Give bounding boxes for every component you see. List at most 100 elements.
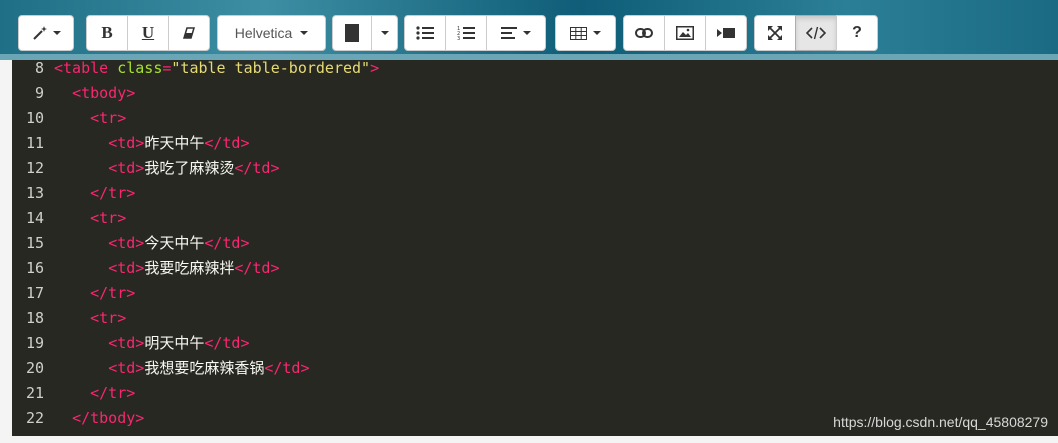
chevron-down-icon <box>53 31 61 35</box>
svg-text:3: 3 <box>457 36 460 41</box>
line-number: 16 <box>25 259 44 277</box>
fullscreen-icon <box>768 26 782 40</box>
code-token: 我吃了麻辣烫 <box>144 159 235 177</box>
color-button[interactable] <box>332 15 372 51</box>
code-text: <td>明天中午</td> <box>54 331 249 356</box>
bold-button[interactable]: B <box>86 15 128 51</box>
code-token: 我想要吃麻辣香锅 <box>144 359 265 377</box>
line-number: 20 <box>25 359 44 377</box>
bookmark-icon <box>345 24 359 42</box>
color-group <box>332 15 398 51</box>
code-token: </td> <box>234 159 280 177</box>
code-text: </tr> <box>54 281 135 306</box>
line-number: 10 <box>25 109 44 127</box>
fullscreen-button[interactable] <box>754 15 796 51</box>
table-button[interactable] <box>555 15 616 51</box>
code-text: <tr> <box>54 306 126 331</box>
link-icon <box>635 28 653 38</box>
code-text: <td>今天中午</td> <box>54 231 249 256</box>
line-number: 12 <box>25 159 44 177</box>
line-number: 22 <box>25 409 44 427</box>
code-token: <td> <box>108 259 145 277</box>
line-number: 8 <box>34 60 44 77</box>
line-number: 18 <box>25 309 44 327</box>
code-text: <td>昨天中午</td> <box>54 131 249 156</box>
style-button[interactable] <box>18 15 74 51</box>
code-token: </td> <box>204 234 250 252</box>
code-view-button[interactable] <box>795 15 837 51</box>
ordered-list-icon: 1 2 3 <box>457 26 475 41</box>
link-button[interactable] <box>623 15 665 51</box>
line-number: 13 <box>25 184 44 202</box>
clear-format-button[interactable] <box>168 15 210 51</box>
code-text: <td>我要吃麻辣拌</td> <box>54 256 279 281</box>
code-editor[interactable]: 8 <table class="table table-bordered"> 9 <… <box>12 60 1058 436</box>
code-text: <tr> <box>54 206 126 231</box>
line-number: 17 <box>25 284 44 302</box>
code-token: <td> <box>108 159 145 177</box>
help-button[interactable]: ? <box>836 15 878 51</box>
font-name-label: Helvetica <box>234 25 293 41</box>
video-button[interactable] <box>705 15 747 51</box>
code-token: </td> <box>264 359 310 377</box>
font-style-group: B U <box>86 15 210 51</box>
view-group: ? <box>754 15 878 51</box>
chevron-down-icon <box>593 31 601 35</box>
code-token: 我要吃麻辣拌 <box>144 259 235 277</box>
line-number: 11 <box>25 134 44 152</box>
eraser-icon <box>182 27 196 39</box>
code-token: <tr> <box>90 209 127 227</box>
editor-bottom-edge <box>0 436 1058 443</box>
code-token: </td> <box>234 259 280 277</box>
code-text: </tr> <box>54 181 135 206</box>
line-number: 15 <box>25 234 44 252</box>
code-text: </tr> <box>54 381 135 406</box>
code-token: </tbody> <box>72 409 145 427</box>
color-dropdown-button[interactable] <box>371 15 398 51</box>
style-group <box>18 15 74 51</box>
code-text: <td>我想要吃麻辣香锅</td> <box>54 356 309 381</box>
magic-wand-icon <box>33 26 47 40</box>
code-token: class <box>117 60 163 77</box>
code-text: </tbody> <box>54 406 144 431</box>
align-left-icon <box>501 27 517 39</box>
insert-group <box>623 15 747 51</box>
code-token: "table table-bordered" <box>171 60 371 77</box>
table-icon <box>570 26 587 40</box>
line-number: 21 <box>25 384 44 402</box>
code-text: <td>我吃了麻辣烫</td> <box>54 156 279 181</box>
code-text: <tr> <box>54 106 126 131</box>
code-token: 今天中午 <box>144 234 205 252</box>
font-name-dropdown[interactable]: Helvetica <box>217 15 326 51</box>
editor-left-margin <box>0 60 12 436</box>
chevron-down-icon <box>380 31 389 35</box>
bullet-list-button[interactable] <box>404 15 446 51</box>
code-token: </tr> <box>90 384 136 402</box>
align-button[interactable] <box>486 15 546 51</box>
code-token: 昨天中午 <box>144 134 205 152</box>
watermark: https://blog.csdn.net/qq_45808279 <box>833 414 1048 430</box>
picture-icon <box>676 26 694 40</box>
chevron-down-icon <box>523 31 531 35</box>
picture-button[interactable] <box>664 15 706 51</box>
line-number: 9 <box>34 84 44 102</box>
code-token: </td> <box>204 134 250 152</box>
code-token: <td> <box>108 334 145 352</box>
unordered-list-icon <box>416 26 434 40</box>
line-number: 19 <box>25 334 44 352</box>
code-icon <box>806 26 826 40</box>
code-token: </td> <box>204 334 250 352</box>
code-token: </tr> <box>90 184 136 202</box>
code-token: <tbody> <box>72 84 136 102</box>
chevron-down-icon <box>300 31 309 35</box>
code-token: </tr> <box>90 284 136 302</box>
font-name-group: Helvetica <box>217 15 326 51</box>
code-token: <td> <box>108 234 145 252</box>
code-text: <table class="table table-bordered"> <box>54 60 379 81</box>
ordered-list-button[interactable]: 1 2 3 <box>445 15 487 51</box>
code-token: <td> <box>108 359 145 377</box>
code-token: <table <box>54 60 118 77</box>
code-text: <tbody> <box>54 81 135 106</box>
underline-button[interactable]: U <box>127 15 169 51</box>
code-token: > <box>370 60 380 77</box>
